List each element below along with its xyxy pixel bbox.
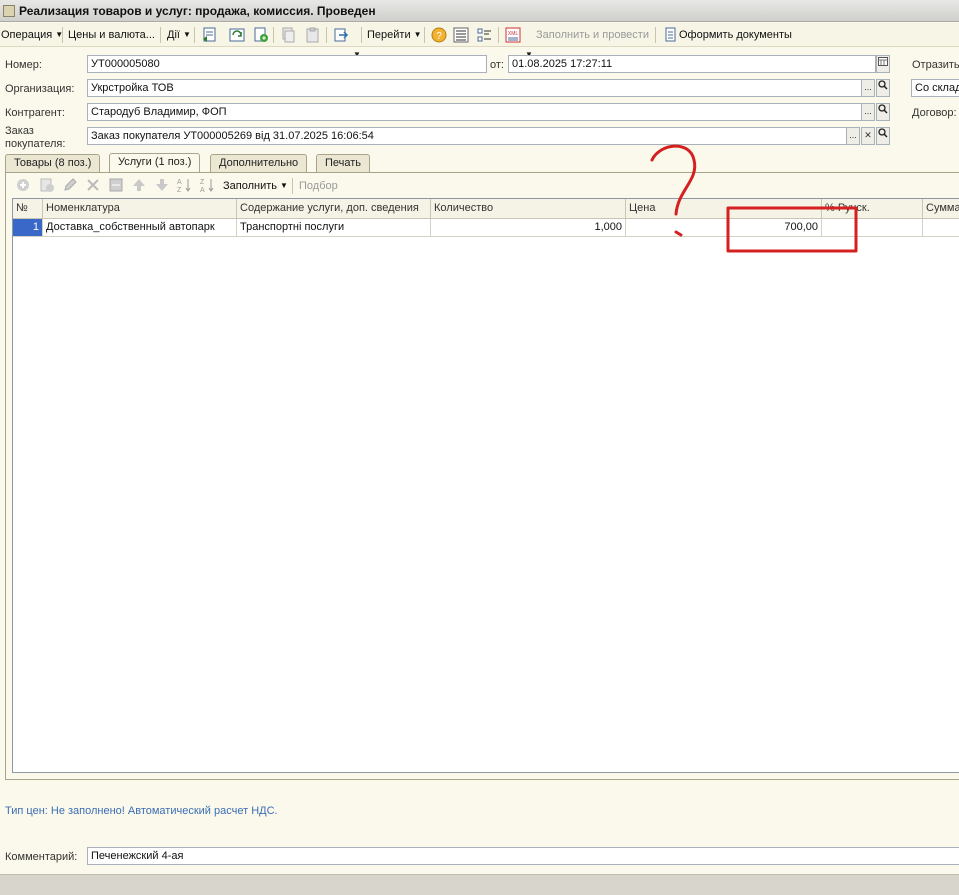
organization-search-button[interactable] <box>876 79 890 97</box>
pick-button[interactable]: Подбор <box>299 178 338 194</box>
column-header-sum[interactable]: Сумма <box>923 199 959 219</box>
search-icon <box>878 104 888 114</box>
price-type-status[interactable]: Тип цен: Не заполнено! Автоматический ра… <box>5 805 278 817</box>
column-header-number[interactable]: № <box>13 199 43 219</box>
toolbar-separator <box>361 27 362 43</box>
title-bar: Реализация товаров и услуг: продажа, ком… <box>0 0 959 22</box>
toolbar-separator <box>292 178 293 194</box>
column-header-nomenclature[interactable]: Номенклатура <box>43 199 237 219</box>
toolbar-separator <box>194 27 195 43</box>
service-content-cell[interactable]: Транспортні послуги <box>237 219 431 237</box>
goto-menu[interactable]: Перейти ▼ <box>367 27 422 43</box>
svg-text:?: ? <box>436 31 442 42</box>
price-cell[interactable] <box>626 219 726 237</box>
delete-row-icon[interactable] <box>85 177 101 193</box>
organization-field[interactable]: Укрстройка ТОВ <box>87 79 862 97</box>
sort-descending-icon[interactable]: ZA <box>200 177 216 193</box>
help-icon[interactable]: ? <box>431 27 447 43</box>
tab-services[interactable]: Услуги (1 поз.) <box>109 153 201 172</box>
organization-label: Организация: <box>5 83 75 95</box>
date-field[interactable]: 01.08.2025 17:27:11 <box>508 55 876 73</box>
toolbar-separator <box>62 27 63 43</box>
nomenclature-cell[interactable]: Доставка_собственный автопарк <box>43 219 237 237</box>
counterparty-label: Контрагент: <box>5 107 65 119</box>
number-label: Номер: <box>5 59 42 71</box>
list-view-icon[interactable] <box>453 27 469 43</box>
operation-menu[interactable]: Операция ▼ <box>1 27 63 43</box>
make-documents-button[interactable]: Оформить документы <box>679 27 792 43</box>
toolbar-separator <box>424 27 425 43</box>
end-edit-icon[interactable] <box>108 177 124 193</box>
order-label: Заказ покупателя: <box>5 125 66 150</box>
move-down-icon[interactable] <box>154 177 170 193</box>
reflect-label: Отразить <box>912 59 959 71</box>
toolbar-separator <box>498 27 499 43</box>
organization-select-button[interactable]: ... <box>861 79 875 97</box>
price-value-cell[interactable]: 700,00 <box>726 219 822 237</box>
svg-text:Z: Z <box>200 179 205 186</box>
svg-text:Z: Z <box>177 187 182 193</box>
contract-label: Договор: <box>912 107 957 119</box>
counterparty-field[interactable]: Стародуб Владимир, ФОП <box>87 103 862 121</box>
date-label: от: <box>490 59 504 71</box>
customer-order-field[interactable]: Заказ покупателя УТ000005269 від 31.07.2… <box>87 127 847 145</box>
document-icon <box>3 5 15 17</box>
xml-export-icon[interactable]: XML <box>505 27 521 43</box>
refresh-document-icon[interactable] <box>229 27 245 43</box>
bottom-button-bar <box>0 874 959 895</box>
discount-cell[interactable] <box>822 219 923 237</box>
warehouse-field[interactable]: Со склад <box>911 79 959 97</box>
prices-currency-button[interactable]: Цены и валюта... <box>68 27 155 43</box>
svg-text:A: A <box>200 187 205 193</box>
number-field[interactable]: УТ000005080 <box>87 55 487 73</box>
calendar-icon <box>878 57 888 66</box>
counterparty-select-button[interactable]: ... <box>861 103 875 121</box>
sum-cell[interactable] <box>923 219 959 237</box>
actions-menu[interactable]: Дії ▼ <box>167 27 191 43</box>
main-toolbar: Операция▼ Цены и валюта... Дії▼ ▼ Перейт… <box>0 23 959 59</box>
tab-additional[interactable]: Дополнительно <box>210 154 308 172</box>
sort-ascending-icon[interactable]: AZ <box>177 177 193 193</box>
structure-view-icon[interactable] <box>476 27 492 43</box>
comment-label: Комментарий: <box>5 851 78 863</box>
column-header-service-content[interactable]: Содержание услуги, доп. сведения <box>237 199 431 219</box>
comment-field[interactable]: Печенежский 4-ая <box>87 847 959 865</box>
toolbar-separator <box>273 27 274 43</box>
toolbar-separator <box>160 27 161 43</box>
toolbar-separator <box>326 27 327 43</box>
column-header-manual-discount[interactable]: % Ручск. <box>822 199 923 219</box>
tab-goods[interactable]: Товары (8 поз.) <box>5 154 101 172</box>
fill-menu[interactable]: Заполнить ▼ <box>223 178 288 194</box>
order-search-button[interactable] <box>876 127 890 145</box>
copy-document-icon[interactable] <box>280 27 296 43</box>
tab-print[interactable]: Печать <box>316 154 371 172</box>
order-clear-button[interactable]: ✕ <box>861 127 875 145</box>
toolbar-separator <box>655 27 656 43</box>
column-header-quantity[interactable]: Количество <box>431 199 626 219</box>
counterparty-search-button[interactable] <box>876 103 890 121</box>
add-row-icon[interactable] <box>15 177 31 193</box>
new-document-icon[interactable] <box>253 27 269 43</box>
calendar-button[interactable] <box>876 55 890 73</box>
search-icon <box>878 128 888 138</box>
order-select-button[interactable]: ... <box>846 127 860 145</box>
post-document-icon[interactable] <box>202 27 218 43</box>
search-icon <box>878 80 888 90</box>
column-header-price[interactable]: Цена <box>626 199 726 219</box>
svg-text:A: A <box>177 179 182 186</box>
services-table[interactable]: № Номенклатура Содержание услуги, доп. с… <box>12 198 959 773</box>
paste-document-icon[interactable] <box>305 27 321 43</box>
edit-row-icon[interactable] <box>62 177 78 193</box>
row-number-cell[interactable]: 1 <box>13 219 43 237</box>
window-title: Реализация товаров и услуг: продажа, ком… <box>19 4 376 18</box>
move-up-icon[interactable] <box>131 177 147 193</box>
copy-row-icon[interactable] <box>39 177 55 193</box>
quantity-cell[interactable]: 1,000 <box>431 219 626 237</box>
svg-text:XML: XML <box>508 31 519 37</box>
column-header-price-continued <box>726 199 822 219</box>
print-documents-icon <box>665 27 676 42</box>
document-based-on-icon[interactable] <box>333 27 349 43</box>
fill-and-post-button[interactable]: Заполнить и провести <box>536 27 649 43</box>
